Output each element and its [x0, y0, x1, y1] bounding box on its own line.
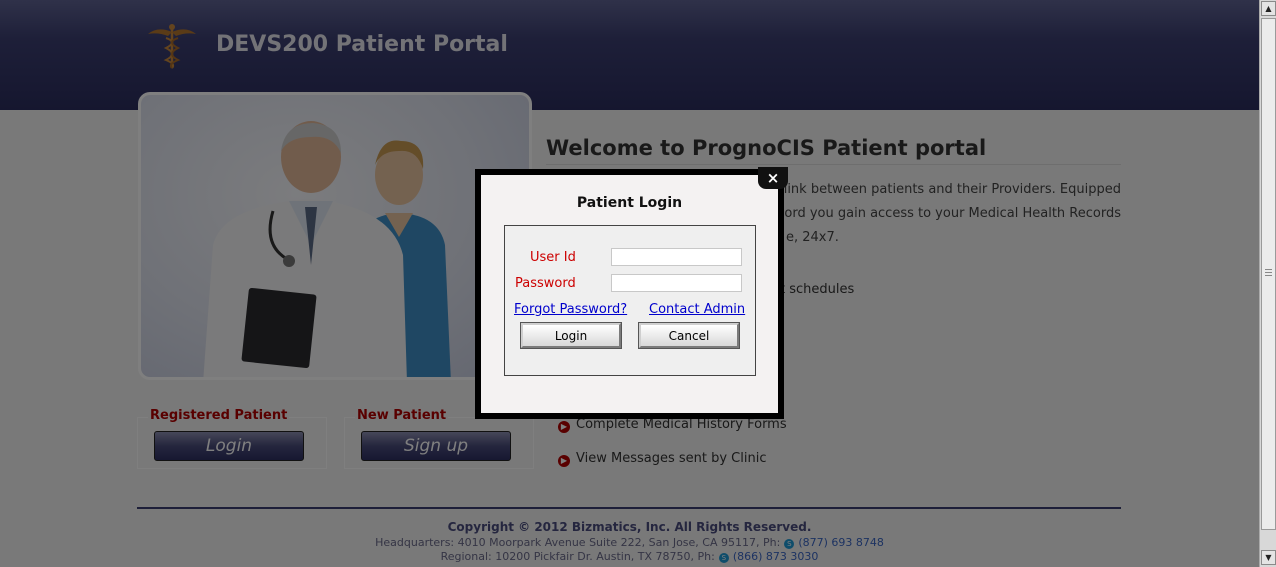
password-input[interactable]	[611, 274, 742, 292]
grip-line	[1265, 272, 1272, 273]
contact-admin-link[interactable]: Contact Admin	[649, 302, 745, 317]
password-label: Password	[515, 276, 576, 291]
close-icon[interactable]: ×	[758, 167, 788, 189]
user-id-input[interactable]	[611, 248, 742, 266]
scroll-down-icon[interactable]: ▼	[1261, 550, 1276, 565]
vertical-scrollbar[interactable]: ▲ ▼	[1259, 0, 1276, 567]
cancel-button[interactable]: Cancel	[638, 322, 740, 349]
patient-login-dialog: × Patient Login User Id Password Forgot …	[475, 167, 788, 419]
forgot-password-link[interactable]: Forgot Password?	[514, 302, 627, 317]
scrollbar-thumb[interactable]	[1261, 18, 1276, 530]
grip-line	[1265, 269, 1272, 270]
page: DEVS200 Patient Portal Registered Patien…	[0, 0, 1259, 567]
dialog-title: Patient Login	[576, 195, 683, 211]
scroll-up-icon[interactable]: ▲	[1261, 1, 1276, 16]
login-form: User Id Password Forgot Password? Contac…	[504, 225, 756, 376]
grip-line	[1265, 275, 1272, 276]
user-id-label: User Id	[530, 250, 576, 265]
login-button[interactable]: Login	[520, 322, 622, 349]
